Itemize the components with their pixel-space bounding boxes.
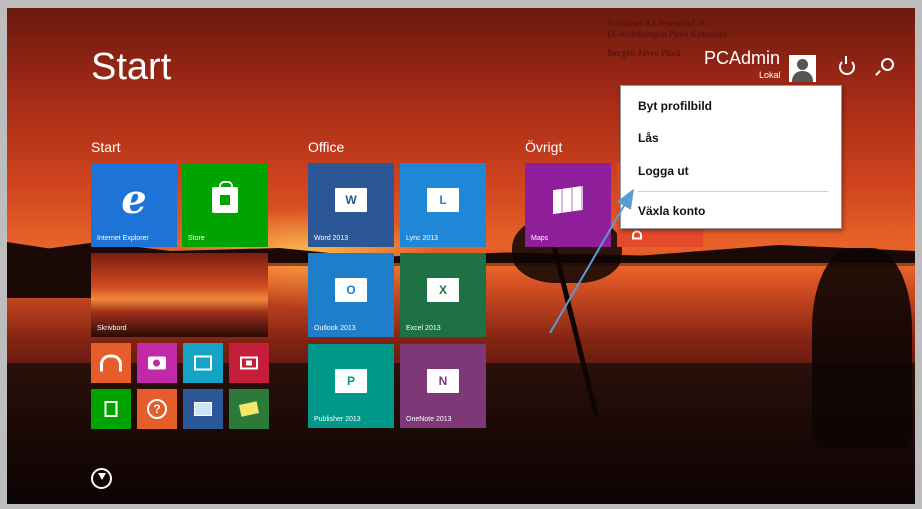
all-apps-down-arrow-icon[interactable] [91, 468, 112, 489]
annotation-arrow [549, 188, 635, 334]
start-screen: Windows 8.1 levererad av IT-Avdelningen … [7, 8, 915, 504]
